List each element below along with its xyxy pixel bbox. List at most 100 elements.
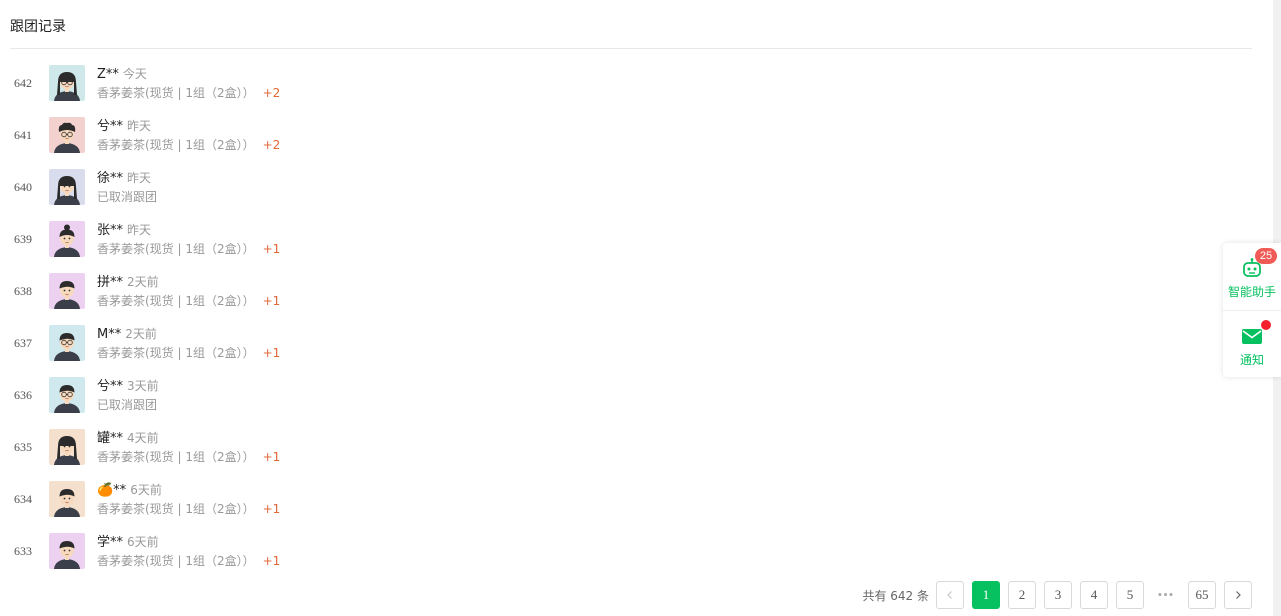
record-time: 4天前 (127, 431, 159, 445)
envelope-icon (1241, 325, 1263, 347)
record-row[interactable]: 635 罐** 4天前香茅姜茶(现货 | 1组（2盒）） +1 (10, 420, 910, 472)
record-row[interactable]: 636 兮** 3天前已取消跟团 (10, 368, 910, 420)
record-detail: 香茅姜茶(现货 | 1组（2盒）） +2 (97, 137, 280, 153)
record-detail: 香茅姜茶(现货 | 1组（2盒）） +1 (97, 501, 280, 517)
record-number: 640 (14, 180, 32, 194)
record-number: 638 (14, 284, 32, 298)
user-name: 🍊** (97, 483, 127, 498)
record-time: 昨天 (127, 171, 152, 185)
chevron-right-icon (1236, 591, 1241, 599)
record-time: 昨天 (127, 119, 152, 133)
record-detail: 香茅姜茶(现货 | 1组（2盒）） +1 (97, 449, 280, 465)
user-avatar[interactable] (49, 65, 85, 101)
record-number: 642 (14, 76, 32, 90)
record-detail: 香茅姜茶(现货 | 1组（2盒）） +1 (97, 293, 280, 309)
user-avatar[interactable] (49, 221, 85, 257)
order-detail: 已取消跟团 (97, 398, 158, 412)
record-row[interactable]: 642 Z** 今天 香茅姜茶(现货 | 1组（2盒）） +2 (10, 56, 910, 108)
record-header: 徐** 昨天 (97, 168, 152, 186)
record-detail: 香茅姜茶(现货 | 1组（2盒）） +1 (97, 241, 280, 257)
user-avatar[interactable] (49, 169, 85, 205)
page-button-4[interactable]: 4 (1080, 581, 1108, 609)
record-header: 🍊** 6天前 (97, 480, 162, 498)
user-avatar[interactable] (49, 481, 85, 517)
record-header: M** 2天前 (97, 324, 157, 342)
order-count: +2 (262, 138, 281, 152)
record-list: 642 Z** 今天 香茅姜茶(现货 | 1组（2盒）） +2 641 兮** 昨天 香茅姜茶(… (10, 56, 910, 576)
record-header: 罐** 4天前 (97, 428, 159, 446)
record-row[interactable]: 640 徐** 昨天已取消跟团 (10, 160, 910, 212)
assistant-button[interactable]: 25 智能助手 (1223, 243, 1281, 310)
record-detail: 香茅姜茶(现货 | 1组（2盒）） +1 (97, 345, 280, 361)
user-name: 兮** (97, 379, 124, 394)
record-detail: 已取消跟团 (97, 189, 157, 205)
order-detail: 香茅姜茶(现货 | 1组（2盒）） (97, 554, 255, 568)
next-page-button[interactable] (1224, 581, 1252, 609)
user-avatar[interactable] (49, 377, 85, 413)
order-detail: 香茅姜茶(现货 | 1组（2盒）） (97, 294, 255, 308)
order-detail: 香茅姜茶(现货 | 1组（2盒）） (97, 502, 255, 516)
record-row[interactable]: 637 M** 2天前香茅姜茶(现货 | 1组（2盒）） +1 (10, 316, 910, 368)
record-row[interactable]: 641 兮** 昨天 香茅姜茶(现货 | 1组（2盒）） +2 (10, 108, 910, 160)
page-button-1[interactable]: 1 (972, 581, 1000, 609)
page-button-last[interactable]: 65 (1188, 581, 1216, 609)
record-detail: 已取消跟团 (97, 397, 157, 413)
record-number: 637 (14, 336, 32, 350)
order-count: +2 (262, 86, 281, 100)
page-ellipsis[interactable]: ••• (1152, 581, 1180, 609)
order-count: +1 (262, 294, 281, 308)
record-time: 2天前 (125, 327, 157, 341)
order-count: +1 (262, 346, 281, 360)
page-button-2[interactable]: 2 (1008, 581, 1036, 609)
record-row[interactable]: 634 🍊** 6天前香茅姜茶(现货 | 1组（2盒）） +1 (10, 472, 910, 524)
record-header: 学** 6天前 (97, 532, 159, 550)
page-title: 跟团记录 (10, 19, 66, 35)
record-row[interactable]: 633 学** 6天前 香茅姜茶(现货 | 1组（2盒）） +1 (10, 524, 910, 576)
user-name: 学** (97, 535, 124, 550)
user-name: 拼** (97, 275, 124, 290)
assistant-badge: 25 (1255, 248, 1277, 264)
record-time: 2天前 (127, 275, 159, 289)
pagination: 共有 642 条 1 2 3 4 5 ••• 65 (862, 581, 1252, 609)
user-name: 徐** (97, 171, 124, 186)
order-count: +1 (262, 450, 281, 464)
assistant-label: 智能助手 (1227, 285, 1276, 299)
record-header: 张** 昨天 (97, 220, 152, 238)
user-name: Z** (97, 67, 119, 82)
user-avatar[interactable] (49, 533, 85, 569)
title-divider (10, 48, 1252, 49)
record-time: 昨天 (127, 223, 152, 237)
user-avatar[interactable] (49, 273, 85, 309)
record-header: 兮** 3天前 (97, 376, 159, 394)
record-number: 639 (14, 232, 32, 246)
record-header: 拼** 2天前 (97, 272, 159, 290)
notice-button[interactable]: 通知 (1223, 310, 1281, 377)
order-count: +1 (262, 242, 281, 256)
notice-label: 通知 (1239, 353, 1264, 367)
floating-side-panel: 25 智能助手 通知 (1223, 243, 1281, 377)
record-row[interactable]: 639 张** 昨天香茅姜茶(现货 | 1组（2盒）） +1 (10, 212, 910, 264)
record-time: 6天前 (130, 483, 162, 497)
order-count: +1 (262, 502, 281, 516)
record-detail: 香茅姜茶(现货 | 1组（2盒）） +1 (97, 553, 280, 569)
user-avatar[interactable] (49, 325, 85, 361)
order-detail: 香茅姜茶(现货 | 1组（2盒）） (97, 450, 255, 464)
user-name: M** (97, 327, 122, 342)
page-button-3[interactable]: 3 (1044, 581, 1072, 609)
record-time: 6天前 (127, 535, 159, 549)
record-number: 635 (14, 440, 32, 454)
record-number: 634 (14, 492, 32, 506)
chevron-left-icon (947, 591, 952, 599)
user-name: 罐** (97, 431, 124, 446)
record-number: 636 (14, 388, 32, 402)
order-detail: 香茅姜茶(现货 | 1组（2盒）） (97, 86, 255, 100)
user-avatar[interactable] (49, 117, 85, 153)
prev-page-button[interactable] (936, 581, 964, 609)
record-row[interactable]: 638 拼** 2天前香茅姜茶(现货 | 1组（2盒）） +1 (10, 264, 910, 316)
user-avatar[interactable] (49, 429, 85, 465)
notice-unread-dot (1261, 320, 1271, 330)
order-detail: 香茅姜茶(现货 | 1组（2盒）） (97, 138, 255, 152)
order-detail: 香茅姜茶(现货 | 1组（2盒）） (97, 346, 255, 360)
page-button-5[interactable]: 5 (1116, 581, 1144, 609)
record-detail: 香茅姜茶(现货 | 1组（2盒）） +2 (97, 85, 280, 101)
